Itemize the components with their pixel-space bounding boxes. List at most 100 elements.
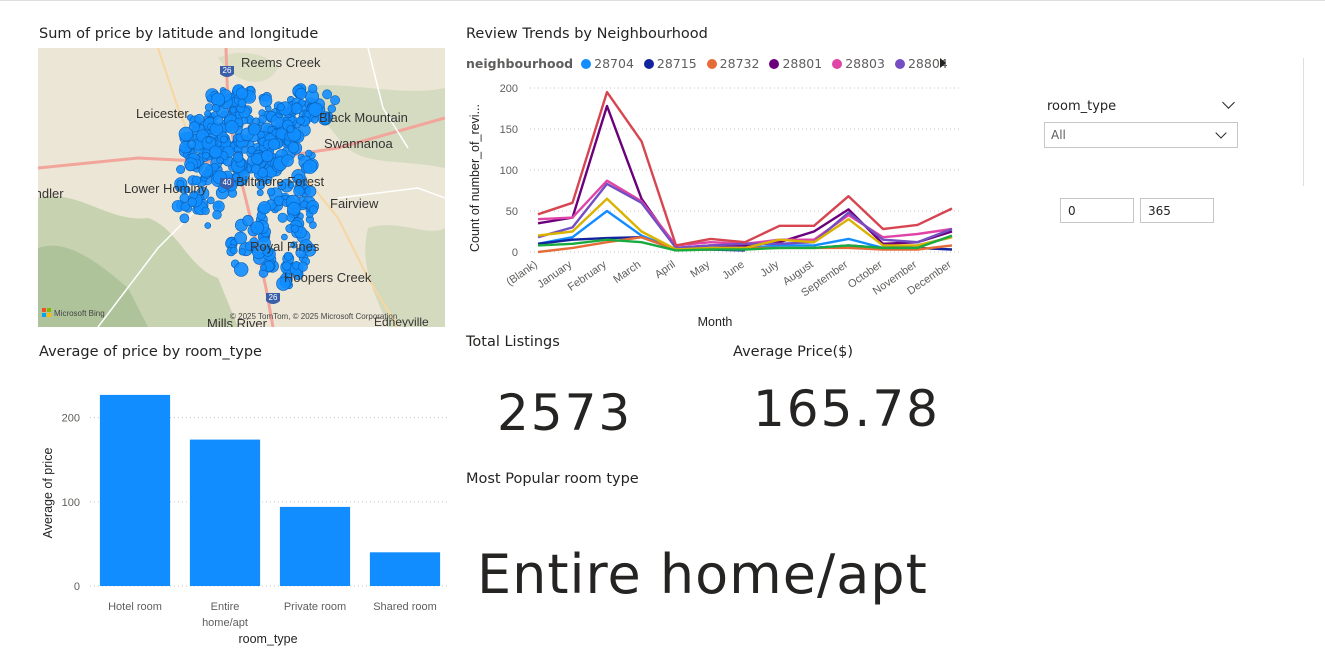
legend-item-28715[interactable]: 28715 <box>643 56 697 71</box>
legend-label: 28732 <box>719 56 760 71</box>
map-bubble[interactable] <box>308 83 318 94</box>
map-bubble[interactable] <box>290 102 303 115</box>
map-bubble[interactable] <box>248 123 261 136</box>
map-bubble[interactable] <box>247 146 256 155</box>
legend-item-28803[interactable]: 28803 <box>832 56 885 71</box>
map-bubble[interactable] <box>290 224 300 233</box>
legend-next-arrow-icon[interactable] <box>940 58 946 68</box>
map-bubble[interactable] <box>178 126 194 142</box>
map-bubble[interactable] <box>311 116 319 124</box>
map-bubble[interactable] <box>236 87 249 100</box>
map-bubble[interactable] <box>259 94 273 108</box>
map-label-black-mountain: Black Mountain <box>319 110 408 125</box>
map-bubble[interactable] <box>213 115 224 126</box>
map-bubble[interactable] <box>251 153 263 165</box>
map-bubble[interactable] <box>267 187 276 196</box>
map-bubble[interactable] <box>205 136 213 144</box>
x-tick-label: February <box>566 258 609 293</box>
map-bubble[interactable] <box>240 146 249 154</box>
map-bubble[interactable] <box>185 161 195 172</box>
map-bubble[interactable] <box>276 103 285 112</box>
map-bubble[interactable] <box>242 215 254 227</box>
map-bubble[interactable] <box>309 221 317 229</box>
total-listings-title: Total Listings <box>466 334 560 350</box>
map-bubble[interactable] <box>232 152 244 163</box>
map-bubble[interactable] <box>198 163 214 178</box>
bar[interactable] <box>279 506 351 586</box>
map-bubble[interactable] <box>238 248 246 256</box>
bubble-map[interactable]: Reems Creek Leicester Black Mountain Swa… <box>38 48 445 327</box>
legend-item-28801[interactable]: 28801 <box>769 56 822 71</box>
map-bubble[interactable] <box>287 202 301 216</box>
map-bubble[interactable] <box>256 189 264 197</box>
map-bubble[interactable] <box>295 87 307 100</box>
map-label-swannanoa: Swannanoa <box>324 136 393 151</box>
range-max-input[interactable]: 365 <box>1140 198 1214 223</box>
map-bubble[interactable] <box>212 104 221 113</box>
popular-room-value: Entire home/apt <box>477 543 928 606</box>
legend-title: neighbourhood <box>466 56 574 71</box>
x-tick-label: Shared room <box>373 601 437 613</box>
series-line[interactable] <box>537 90 953 247</box>
map-bubble[interactable] <box>234 262 249 277</box>
map-bubble[interactable] <box>281 154 294 167</box>
line-chart[interactable]: 050100150200(Blank)JanuaryFebruary March A… <box>460 76 970 336</box>
map-bubble[interactable] <box>258 114 267 124</box>
legend-dot <box>581 58 592 69</box>
map-bubble[interactable] <box>204 222 212 229</box>
map-bubble[interactable] <box>187 140 197 149</box>
legend-item-28704[interactable]: 28704 <box>581 56 634 71</box>
map-bubble[interactable] <box>229 106 237 114</box>
map-bubble[interactable] <box>286 213 295 222</box>
y-tick-label: 0 <box>512 247 518 259</box>
map-bubble[interactable] <box>204 110 212 118</box>
map-bubble[interactable] <box>209 145 223 159</box>
legend-dot <box>706 58 717 69</box>
map-bubble[interactable] <box>211 92 226 107</box>
map-bubble[interactable] <box>204 103 214 112</box>
line-chart-legend: neighbourhood 28704 28715 28732 28801 28… <box>466 56 958 71</box>
map-bubble[interactable] <box>179 213 190 224</box>
room-type-dropdown[interactable]: All <box>1044 122 1238 148</box>
map-bubble[interactable] <box>207 196 215 205</box>
map-bubble[interactable] <box>225 120 239 134</box>
x-tick-label: April <box>653 259 678 281</box>
legend-label: 28801 <box>782 56 823 71</box>
map-bubble[interactable] <box>302 159 318 174</box>
map-canvas[interactable]: Reems Creek Leicester Black Mountain Swa… <box>38 48 445 327</box>
map-bubble[interactable] <box>322 89 332 100</box>
map-bubble[interactable] <box>330 95 340 106</box>
bar-chart[interactable]: 0 100 200 Hotel room Entire home/apt Private r… <box>30 370 455 655</box>
map-bubble[interactable] <box>234 231 247 245</box>
map-bubble[interactable] <box>180 202 190 212</box>
bar[interactable] <box>369 552 441 586</box>
map-bubble[interactable] <box>202 151 210 160</box>
series-line[interactable] <box>537 179 953 247</box>
map-bubble[interactable] <box>277 212 288 223</box>
map-bubble[interactable] <box>287 141 300 154</box>
legend-dot <box>894 58 905 69</box>
map-bubble[interactable] <box>258 201 272 215</box>
slicer-collapse-chevron-icon[interactable] <box>1222 96 1235 109</box>
map-bubble[interactable] <box>268 138 280 151</box>
dropdown-value: All <box>1051 128 1066 142</box>
bar[interactable] <box>99 394 171 586</box>
map-bubble[interactable] <box>220 135 228 144</box>
map-bubble[interactable] <box>305 149 313 157</box>
map-bubble[interactable] <box>201 206 210 215</box>
map-bubble[interactable] <box>308 205 318 215</box>
map-bubble[interactable] <box>261 149 274 163</box>
bar[interactable] <box>189 439 261 586</box>
legend-item-28732[interactable]: 28732 <box>706 56 760 71</box>
scrollbar[interactable] <box>1303 58 1304 186</box>
map-bubble[interactable] <box>212 210 222 220</box>
map-bubble[interactable] <box>176 165 186 175</box>
range-min-input[interactable]: 0 <box>1060 198 1134 223</box>
series-line[interactable] <box>537 104 953 250</box>
map-bubble[interactable] <box>260 264 267 271</box>
map-bubble[interactable] <box>286 125 295 133</box>
map-bubble[interactable] <box>296 116 305 126</box>
map-bubble[interactable] <box>237 98 247 108</box>
map-bubble[interactable] <box>230 246 238 255</box>
y-axis-label: Count of number_of_revi... <box>468 104 482 252</box>
